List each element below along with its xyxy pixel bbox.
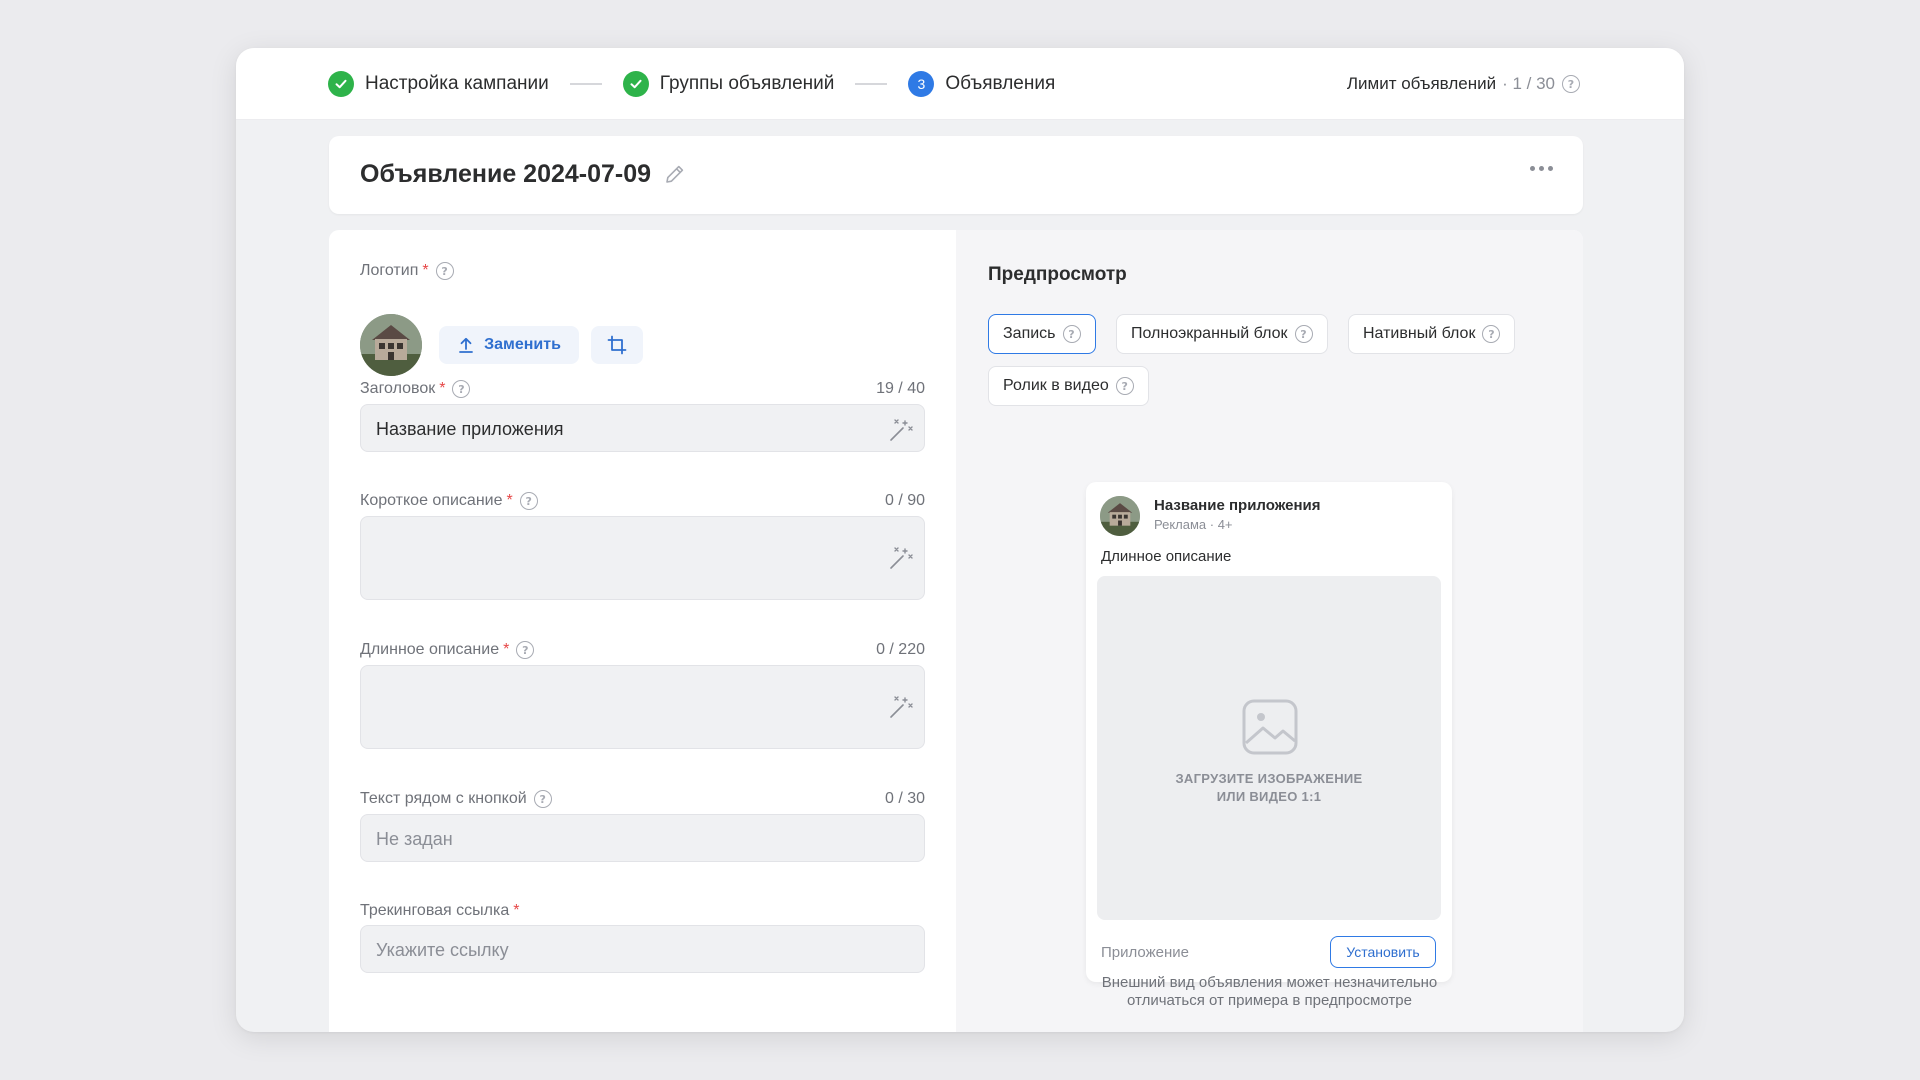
question-circle-icon[interactable]: ? <box>516 641 535 659</box>
replace-logo-button[interactable]: Заменить <box>439 326 579 364</box>
ad-editor: Логотип * ? Заменить Заголовок * ? 19 / … <box>329 230 1583 1032</box>
short-desc-counter: 0 / 90 <box>884 492 925 509</box>
ad-preview-media[interactable]: ЗАГРУЗИТЕ ИЗОБРАЖЕНИЕ ИЛИ ВИДЕО 1:1 <box>1097 576 1441 920</box>
magic-wand-icon[interactable] <box>888 417 914 448</box>
button-text-label: Текст рядом с кнопкой ? <box>360 790 552 808</box>
preview-tab-post[interactable]: Запись ? <box>988 314 1096 354</box>
question-circle-icon[interactable]: ? <box>452 380 471 398</box>
logo-avatar <box>360 314 422 376</box>
steps: Настройка кампании Группы объявлений 3 О… <box>328 48 1055 120</box>
app-window: Настройка кампании Группы объявлений 3 О… <box>236 48 1684 1032</box>
long-desc-label: Длинное описание * ? <box>360 641 535 659</box>
step-number: 3 <box>908 71 935 97</box>
ad-preview-description: Длинное описание <box>1101 548 1232 565</box>
ad-preview-app-name: Название приложения <box>1154 497 1321 514</box>
check-icon <box>328 71 354 97</box>
headline-counter: 19 / 40 <box>876 380 925 397</box>
question-circle-icon[interactable]: ? <box>519 492 538 510</box>
step-label: Настройка кампании <box>365 73 549 94</box>
crop-icon <box>607 335 627 355</box>
step-separator <box>569 83 602 85</box>
question-circle-icon[interactable]: ? <box>1115 377 1134 395</box>
step-label: Группы объявлений <box>659 73 835 94</box>
step-separator <box>855 83 888 85</box>
ad-preview-meta: Реклама · 4+ <box>1154 517 1233 532</box>
image-placeholder-icon <box>1241 698 1299 761</box>
preview-tab-fullscreen[interactable]: Полноэкранный блок ? <box>1116 314 1328 354</box>
upload-icon <box>459 337 473 353</box>
button-text-placeholder: Не задан <box>376 829 453 849</box>
question-circle-icon[interactable]: ? <box>533 790 552 808</box>
magic-wand-icon[interactable] <box>888 694 914 725</box>
preview-title: Предпросмотр <box>988 264 1127 285</box>
question-circle-icon[interactable]: ? <box>1482 325 1501 343</box>
pencil-icon[interactable] <box>663 162 687 191</box>
crop-logo-button[interactable] <box>591 326 643 364</box>
ad-preview-footer-label: Приложение <box>1101 944 1189 961</box>
step-ads[interactable]: 3 Объявления <box>908 71 1055 97</box>
ad-title-card: Объявление 2024-07-09 <box>329 136 1583 214</box>
limit-label: Лимит объявлений <box>1346 74 1497 93</box>
short-desc-textarea[interactable] <box>360 516 925 600</box>
logo-label: Логотип * ? <box>360 262 454 280</box>
question-circle-icon[interactable]: ? <box>1562 75 1580 93</box>
media-upload-hint: ЗАГРУЗИТЕ ИЗОБРАЖЕНИЕ ИЛИ ВИДЕО 1:1 <box>1175 771 1363 804</box>
stepper-header: Настройка кампании Группы объявлений 3 О… <box>236 48 1684 120</box>
preview-disclaimer: Внешний вид объявления может незначитель… <box>1101 974 1438 1009</box>
ad-title: Объявление 2024-07-09 <box>360 160 652 188</box>
magic-wand-icon[interactable] <box>888 545 914 576</box>
ad-form: Логотип * ? Заменить Заголовок * ? 19 / … <box>329 230 956 1032</box>
short-desc-label: Короткое описание * ? <box>360 492 538 510</box>
preview-panel: Предпросмотр Запись ? Полноэкранный блок… <box>956 230 1583 1032</box>
button-text-counter: 0 / 30 <box>884 790 925 807</box>
button-text-input[interactable]: Не задан <box>360 814 925 862</box>
check-icon <box>622 71 649 97</box>
headline-input[interactable]: Название приложения <box>360 404 925 452</box>
ads-limit: Лимит объявлений · 1 / 30 ? <box>1347 48 1580 120</box>
install-button[interactable]: Установить <box>1330 936 1436 968</box>
ad-preview-card: Название приложения Реклама · 4+ Длинное… <box>1086 482 1452 982</box>
tracking-link-label: Трекинговая ссылка * <box>360 902 520 919</box>
step-ad-groups[interactable]: Группы объявлений <box>622 71 835 97</box>
question-circle-icon[interactable]: ? <box>1294 325 1313 343</box>
headline-value: Название приложения <box>376 419 564 439</box>
step-label: Объявления <box>945 73 1056 94</box>
step-campaign-settings[interactable]: Настройка кампании <box>328 71 549 97</box>
question-circle-icon[interactable]: ? <box>1062 325 1081 343</box>
headline-label: Заголовок * ? <box>360 380 471 398</box>
long-desc-counter: 0 / 220 <box>876 641 925 658</box>
long-desc-textarea[interactable] <box>360 665 925 749</box>
preview-tab-video[interactable]: Ролик в видео ? <box>988 366 1149 406</box>
preview-tab-native[interactable]: Нативный блок ? <box>1348 314 1516 354</box>
tracking-link-placeholder: Укажите ссылку <box>376 940 509 960</box>
question-circle-icon[interactable]: ? <box>435 262 454 280</box>
more-horizontal-icon[interactable] <box>1530 166 1553 171</box>
limit-count: · 1 / 30 <box>1502 74 1555 93</box>
ad-preview-avatar <box>1100 496 1140 536</box>
tracking-link-input[interactable]: Укажите ссылку <box>360 925 925 973</box>
